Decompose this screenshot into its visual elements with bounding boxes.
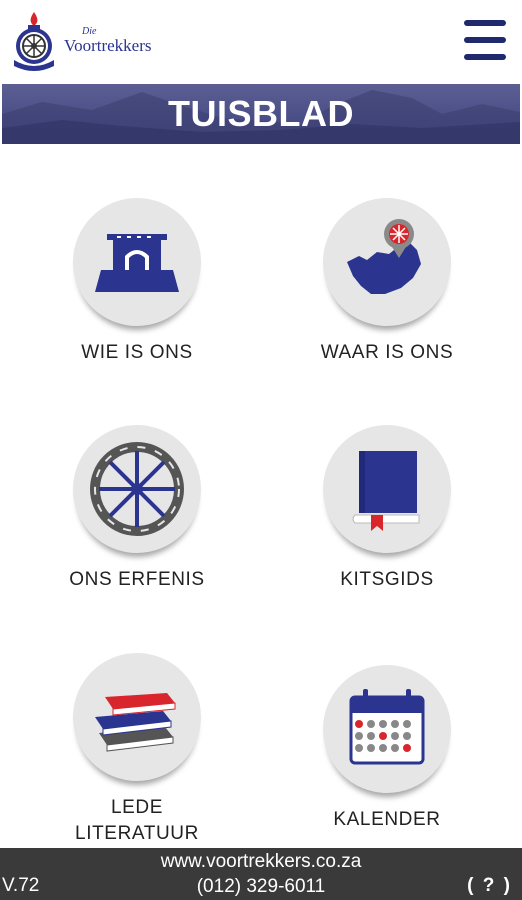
voortrekkers-emblem-logo <box>10 10 58 72</box>
wagon-wheel-icon <box>90 442 184 536</box>
tile-icon-circle <box>323 425 451 553</box>
menu-bar <box>464 37 506 43</box>
calendar-icon <box>349 689 425 765</box>
website-link[interactable]: www.voortrekkers.co.za <box>0 851 522 873</box>
tile-icon-circle <box>323 198 451 326</box>
phone-number[interactable]: (012) 329-6011 <box>0 876 522 898</box>
tile-label-line2: LITERATUUR <box>75 823 199 844</box>
tile-label-line1: LEDE <box>110 797 164 818</box>
tile-lede-literatuur[interactable]: LEDE LITERATUUR <box>37 653 237 847</box>
app-header: Die Voortrekkers <box>0 0 522 84</box>
tile-label: KALENDER <box>333 809 441 830</box>
tile-waar-is-ons[interactable]: WAAR IS ONS <box>287 198 487 366</box>
tile-wie-is-ons[interactable]: WIE IS ONS <box>37 198 237 366</box>
tile-label: KITSGIDS <box>340 569 434 590</box>
hamburger-menu-icon[interactable] <box>464 20 506 60</box>
tile-kitsgids[interactable]: KITSGIDS <box>287 425 487 593</box>
book-icon <box>352 451 420 531</box>
tile-icon-circle <box>323 665 451 793</box>
tile-icon-circle <box>73 653 201 781</box>
tile-icon-circle <box>73 425 201 553</box>
help-button[interactable]: ( ? ) <box>467 875 512 897</box>
tile-icon-circle <box>73 198 201 326</box>
tile-ons-erfenis[interactable]: ONS ERFENIS <box>37 425 237 593</box>
app-footer: V.72 www.voortrekkers.co.za (012) 329-60… <box>0 848 522 900</box>
page-banner: TUISBLAD <box>2 84 520 144</box>
menu-bar <box>464 20 506 26</box>
tile-kalender[interactable]: KALENDER <box>287 665 487 833</box>
monument-icon <box>95 234 179 292</box>
books-stack-icon <box>95 693 176 752</box>
menu-bar <box>464 54 506 60</box>
tile-label: WAAR IS ONS <box>320 342 454 363</box>
tile-label: LEDE LITERATUUR <box>37 795 237 847</box>
page-title: TUISBLAD <box>168 93 354 134</box>
tile-label: ONS ERFENIS <box>69 569 205 590</box>
brand-name: Voortrekkers <box>64 36 152 55</box>
map-pin-icon <box>347 219 421 294</box>
tile-label: WIE IS ONS <box>81 342 193 363</box>
